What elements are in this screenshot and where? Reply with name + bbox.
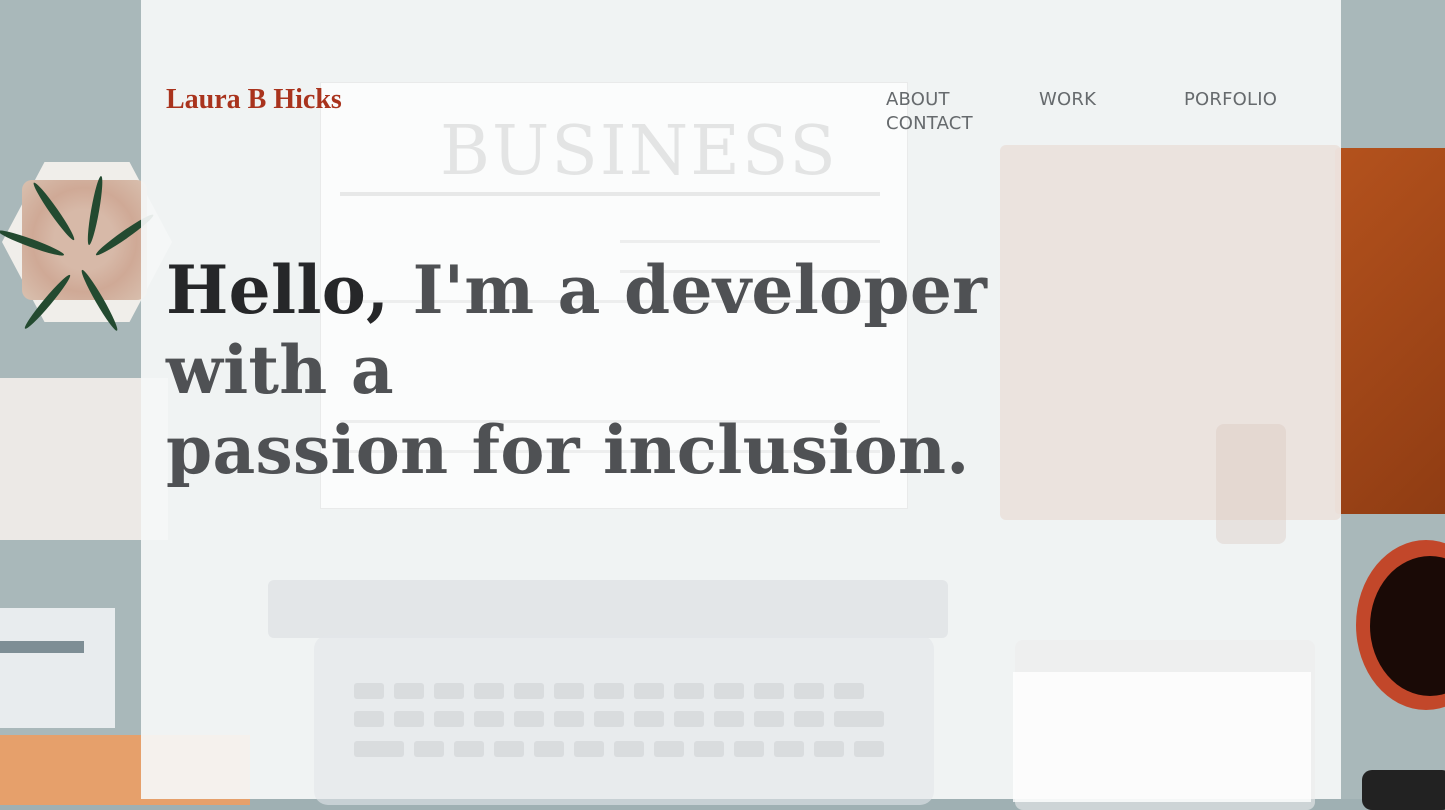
nav-item-work[interactable]: WORK: [1039, 89, 1096, 110]
hero-line-2: passion for inclusion.: [166, 411, 970, 489]
nav-item-portfolio[interactable]: PORFOLIO: [1184, 89, 1277, 110]
hero-heading: Hello, I'm a developer with a passion for…: [166, 250, 1166, 490]
newspaper-masthead: BUSINESS: [440, 112, 838, 191]
nav-item-about[interactable]: ABOUT: [886, 89, 950, 110]
notebook-clasp: [1216, 424, 1286, 544]
laptop-keyboard: [314, 635, 934, 805]
nav-item-contact[interactable]: CONTACT: [886, 113, 973, 134]
newspaper-text-line: [620, 240, 880, 243]
laptop-screen: [268, 580, 948, 638]
brand-logo-link[interactable]: Laura B Hicks: [166, 84, 342, 116]
coffee-cup: [1356, 540, 1445, 710]
invoice-paper: [1013, 672, 1311, 802]
hero-greeting: Hello,: [166, 251, 390, 329]
newspaper-rule: [340, 192, 880, 196]
leather-notebook: [1335, 148, 1445, 514]
paper-left: [0, 608, 115, 728]
phone: [1362, 770, 1445, 810]
